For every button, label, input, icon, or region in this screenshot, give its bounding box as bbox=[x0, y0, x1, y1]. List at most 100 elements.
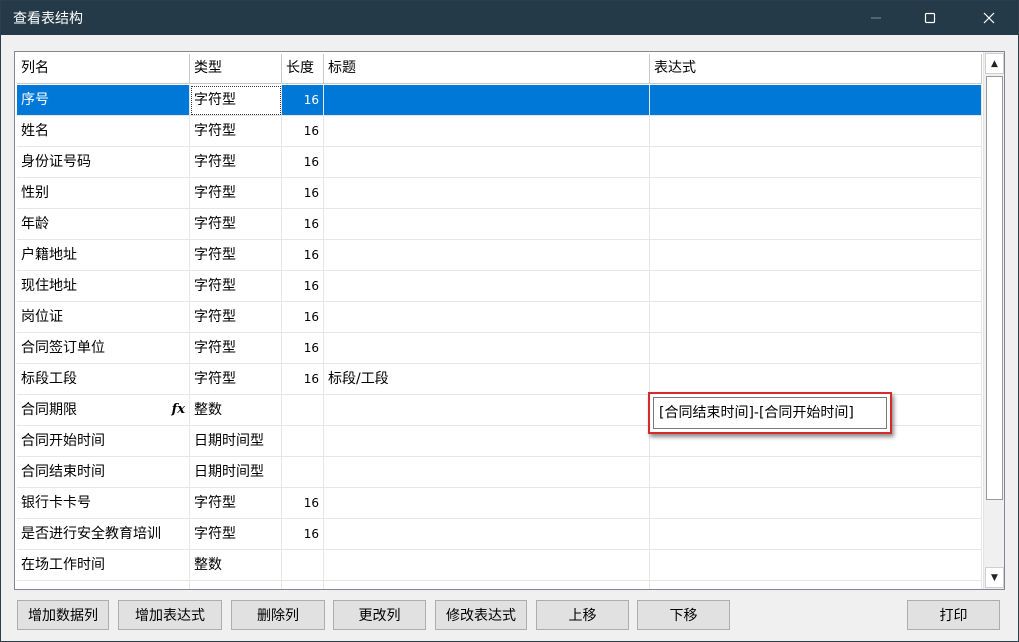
print-button[interactable]: 打印 bbox=[907, 600, 1000, 630]
cell-name[interactable]: 现住地址 bbox=[17, 271, 190, 302]
scroll-down-button[interactable]: ▼ bbox=[985, 567, 1004, 588]
table-row[interactable]: 年龄 字符型 16 bbox=[17, 209, 982, 240]
column-header-caption[interactable]: 标题 bbox=[324, 54, 650, 84]
cell-expression[interactable] bbox=[650, 209, 982, 240]
cell-name[interactable]: 年龄 bbox=[17, 209, 190, 240]
cell-type[interactable]: 日期时间型 bbox=[190, 426, 282, 457]
cell-caption[interactable] bbox=[324, 302, 650, 333]
cell-type[interactable]: 字符型 bbox=[190, 116, 282, 147]
cell-name[interactable]: 合同期限 fx bbox=[17, 395, 190, 426]
move-up-button[interactable]: 上移 bbox=[536, 600, 629, 630]
cell-type[interactable]: 字符型 bbox=[190, 85, 282, 116]
cell-type[interactable]: 字符型 bbox=[190, 488, 282, 519]
cell-length[interactable]: 16 bbox=[282, 333, 324, 364]
table-row[interactable]: 姓名 字符型 16 bbox=[17, 116, 982, 147]
cell-caption[interactable] bbox=[324, 395, 650, 426]
cell-name[interactable]: 身份证号码 bbox=[17, 147, 190, 178]
table-row[interactable]: 户籍地址 字符型 16 bbox=[17, 240, 982, 271]
cell-expression[interactable] bbox=[650, 85, 982, 116]
cell-expression[interactable] bbox=[650, 178, 982, 209]
cell-length[interactable]: 16 bbox=[282, 147, 324, 178]
cell-name[interactable]: 岗位证 bbox=[17, 302, 190, 333]
minimize-button[interactable] bbox=[849, 1, 903, 35]
cell-expression[interactable] bbox=[650, 550, 982, 581]
cell-type[interactable]: 字符型 bbox=[190, 333, 282, 364]
cell-length[interactable]: 16 bbox=[282, 209, 324, 240]
cell-type[interactable]: 字符型 bbox=[190, 271, 282, 302]
cell-expression[interactable] bbox=[650, 240, 982, 271]
column-header-name[interactable]: 列名 bbox=[17, 54, 190, 84]
close-button[interactable] bbox=[962, 1, 1016, 35]
cell-caption[interactable] bbox=[324, 519, 650, 550]
cell-expression[interactable] bbox=[650, 302, 982, 333]
cell-expression[interactable] bbox=[650, 147, 982, 178]
cell-caption[interactable] bbox=[324, 240, 650, 271]
cell-caption[interactable] bbox=[324, 209, 650, 240]
cell-caption[interactable] bbox=[324, 426, 650, 457]
cell-type[interactable]: 整数 bbox=[190, 550, 282, 581]
table-row[interactable]: 性别 字符型 16 bbox=[17, 178, 982, 209]
table-row[interactable]: 在场工作时间 整数 bbox=[17, 550, 982, 581]
delete-column-button[interactable]: 删除列 bbox=[231, 600, 325, 630]
cell-expression[interactable] bbox=[650, 519, 982, 550]
cell-length[interactable] bbox=[282, 395, 324, 426]
cell-expression[interactable] bbox=[650, 116, 982, 147]
cell-length[interactable]: 16 bbox=[282, 364, 324, 395]
cell-type[interactable]: 字符型 bbox=[190, 302, 282, 333]
cell-name[interactable]: 是否进行安全教育培训 bbox=[17, 519, 190, 550]
table-row[interactable]: 合同结束时间 日期时间型 bbox=[17, 457, 982, 488]
cell-name[interactable]: 户籍地址 bbox=[17, 240, 190, 271]
vertical-scrollbar[interactable]: ▲ ▼ bbox=[983, 52, 1004, 589]
cell-expression[interactable] bbox=[650, 271, 982, 302]
cell-length[interactable]: 16 bbox=[282, 85, 324, 116]
title-bar[interactable]: 查看表结构 bbox=[1, 1, 1018, 35]
cell-caption[interactable] bbox=[324, 116, 650, 147]
structure-grid[interactable]: 列名 类型 长度 标题 表达式 序号 字符型 16 姓名 字符型 16 身份证号码 字符型 16… bbox=[14, 51, 1005, 590]
cell-type[interactable]: 字符型 bbox=[190, 178, 282, 209]
cell-caption[interactable] bbox=[324, 333, 650, 364]
table-row[interactable]: 现住地址 字符型 16 bbox=[17, 271, 982, 302]
add-expression-button[interactable]: 增加表达式 bbox=[118, 600, 222, 630]
cell-caption[interactable] bbox=[324, 550, 650, 581]
table-row[interactable]: 岗位证 字符型 16 bbox=[17, 302, 982, 333]
cell-length[interactable] bbox=[282, 426, 324, 457]
table-row[interactable]: 序号 字符型 16 bbox=[17, 85, 982, 116]
cell-name[interactable]: 性别 bbox=[17, 178, 190, 209]
cell-name[interactable]: 姓名 bbox=[17, 116, 190, 147]
cell-length[interactable]: 16 bbox=[282, 271, 324, 302]
cell-caption[interactable]: 标段/工段 bbox=[324, 364, 650, 395]
cell-caption[interactable] bbox=[324, 271, 650, 302]
cell-caption[interactable] bbox=[324, 178, 650, 209]
cell-length[interactable] bbox=[282, 457, 324, 488]
expression-input[interactable]: [合同结束时间]-[合同开始时间] bbox=[653, 397, 887, 429]
cell-name[interactable]: 标段工段 bbox=[17, 364, 190, 395]
cell-length[interactable]: 16 bbox=[282, 116, 324, 147]
cell-length[interactable]: 16 bbox=[282, 302, 324, 333]
cell-expression[interactable] bbox=[650, 488, 982, 519]
cell-length[interactable]: 16 bbox=[282, 240, 324, 271]
table-row[interactable]: 是否进行安全教育培训 字符型 16 bbox=[17, 519, 982, 550]
cell-name[interactable]: 在场工作时间 bbox=[17, 550, 190, 581]
scroll-thumb[interactable] bbox=[986, 76, 1003, 500]
cell-caption[interactable] bbox=[324, 457, 650, 488]
cell-name[interactable]: 合同开始时间 bbox=[17, 426, 190, 457]
cell-type[interactable]: 字符型 bbox=[190, 147, 282, 178]
edit-expression-button[interactable]: 修改表达式 bbox=[435, 600, 527, 630]
move-down-button[interactable]: 下移 bbox=[637, 600, 730, 630]
maximize-button[interactable] bbox=[903, 1, 957, 35]
table-row[interactable]: 银行卡卡号 字符型 16 bbox=[17, 488, 982, 519]
column-header-length[interactable]: 长度 bbox=[282, 54, 324, 84]
cell-expression[interactable] bbox=[650, 333, 982, 364]
column-header-type[interactable]: 类型 bbox=[190, 54, 282, 84]
cell-name[interactable]: 合同签订单位 bbox=[17, 333, 190, 364]
cell-type[interactable]: 字符型 bbox=[190, 209, 282, 240]
table-row[interactable]: 身份证号码 字符型 16 bbox=[17, 147, 982, 178]
add-data-column-button[interactable]: 增加数据列 bbox=[17, 600, 109, 630]
cell-name[interactable]: 银行卡卡号 bbox=[17, 488, 190, 519]
cell-caption[interactable] bbox=[324, 147, 650, 178]
cell-type[interactable]: 字符型 bbox=[190, 364, 282, 395]
cell-name[interactable]: 合同结束时间 bbox=[17, 457, 190, 488]
cell-caption[interactable] bbox=[324, 85, 650, 116]
table-row[interactable]: 标段工段 字符型 16 标段/工段 bbox=[17, 364, 982, 395]
cell-length[interactable]: 16 bbox=[282, 488, 324, 519]
